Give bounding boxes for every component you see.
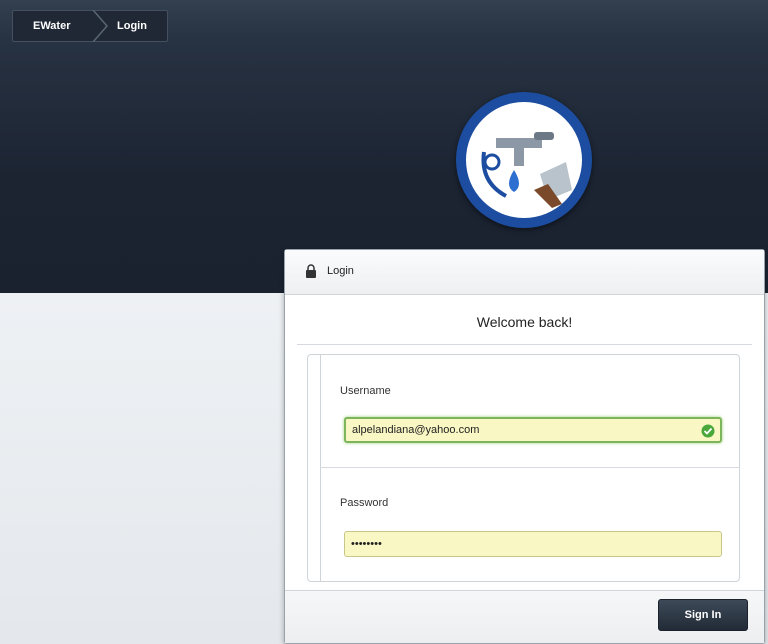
sign-in-button[interactable]: Sign In <box>658 599 748 631</box>
breadcrumb-home-link[interactable]: EWater <box>33 11 71 41</box>
password-field[interactable] <box>344 531 722 557</box>
login-panel: Login Welcome back! Username Password Si… <box>284 249 765 644</box>
chevron-right-icon <box>92 10 108 42</box>
login-panel-title: Login <box>327 265 354 277</box>
check-circle-icon <box>701 424 715 438</box>
breadcrumb-current: Login <box>117 20 147 32</box>
login-form: Username Password <box>307 354 740 582</box>
login-panel-footer: Sign In <box>285 590 764 643</box>
divider <box>297 344 752 345</box>
divider <box>320 467 739 468</box>
faucet-logo-icon <box>456 92 592 228</box>
password-label: Password <box>340 497 389 509</box>
username-label: Username <box>340 385 391 397</box>
username-field[interactable] <box>344 417 722 443</box>
lock-icon <box>306 264 316 278</box>
divider <box>320 355 321 581</box>
login-panel-header: Login <box>285 250 764 295</box>
breadcrumb: EWater Login <box>12 10 168 42</box>
welcome-heading: Welcome back! <box>476 314 573 330</box>
